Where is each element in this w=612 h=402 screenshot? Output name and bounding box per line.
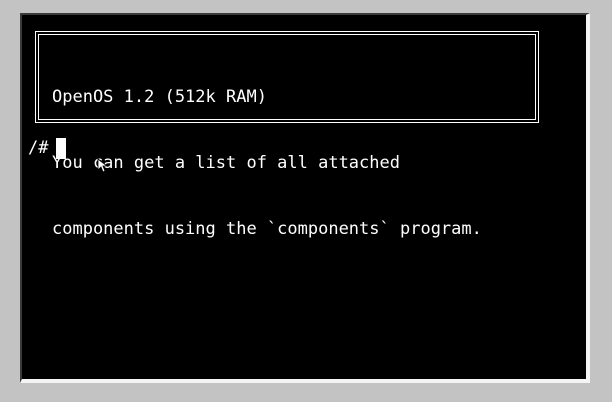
motd-line-os-version: OpenOS 1.2 (512k RAM) <box>52 87 267 107</box>
motd-line-tip-2: components using the `components` progra… <box>52 219 482 239</box>
motd-box: OpenOS 1.2 (512k RAM) You can get a list… <box>35 31 539 239</box>
shell-prompt: /# <box>28 138 49 158</box>
terminal-screen[interactable]: OpenOS 1.2 (512k RAM) You can get a list… <box>22 15 586 379</box>
command-prompt-line[interactable]: /# <box>28 137 67 159</box>
mouse-pointer-icon <box>97 158 109 173</box>
computer-screen-frame: OpenOS 1.2 (512k RAM) You can get a list… <box>20 13 590 383</box>
motd-text: OpenOS 1.2 (512k RAM) You can get a list… <box>52 42 482 284</box>
text-cursor <box>56 137 67 159</box>
motd-line-tip-1: You can get a list of all attached <box>52 153 400 173</box>
